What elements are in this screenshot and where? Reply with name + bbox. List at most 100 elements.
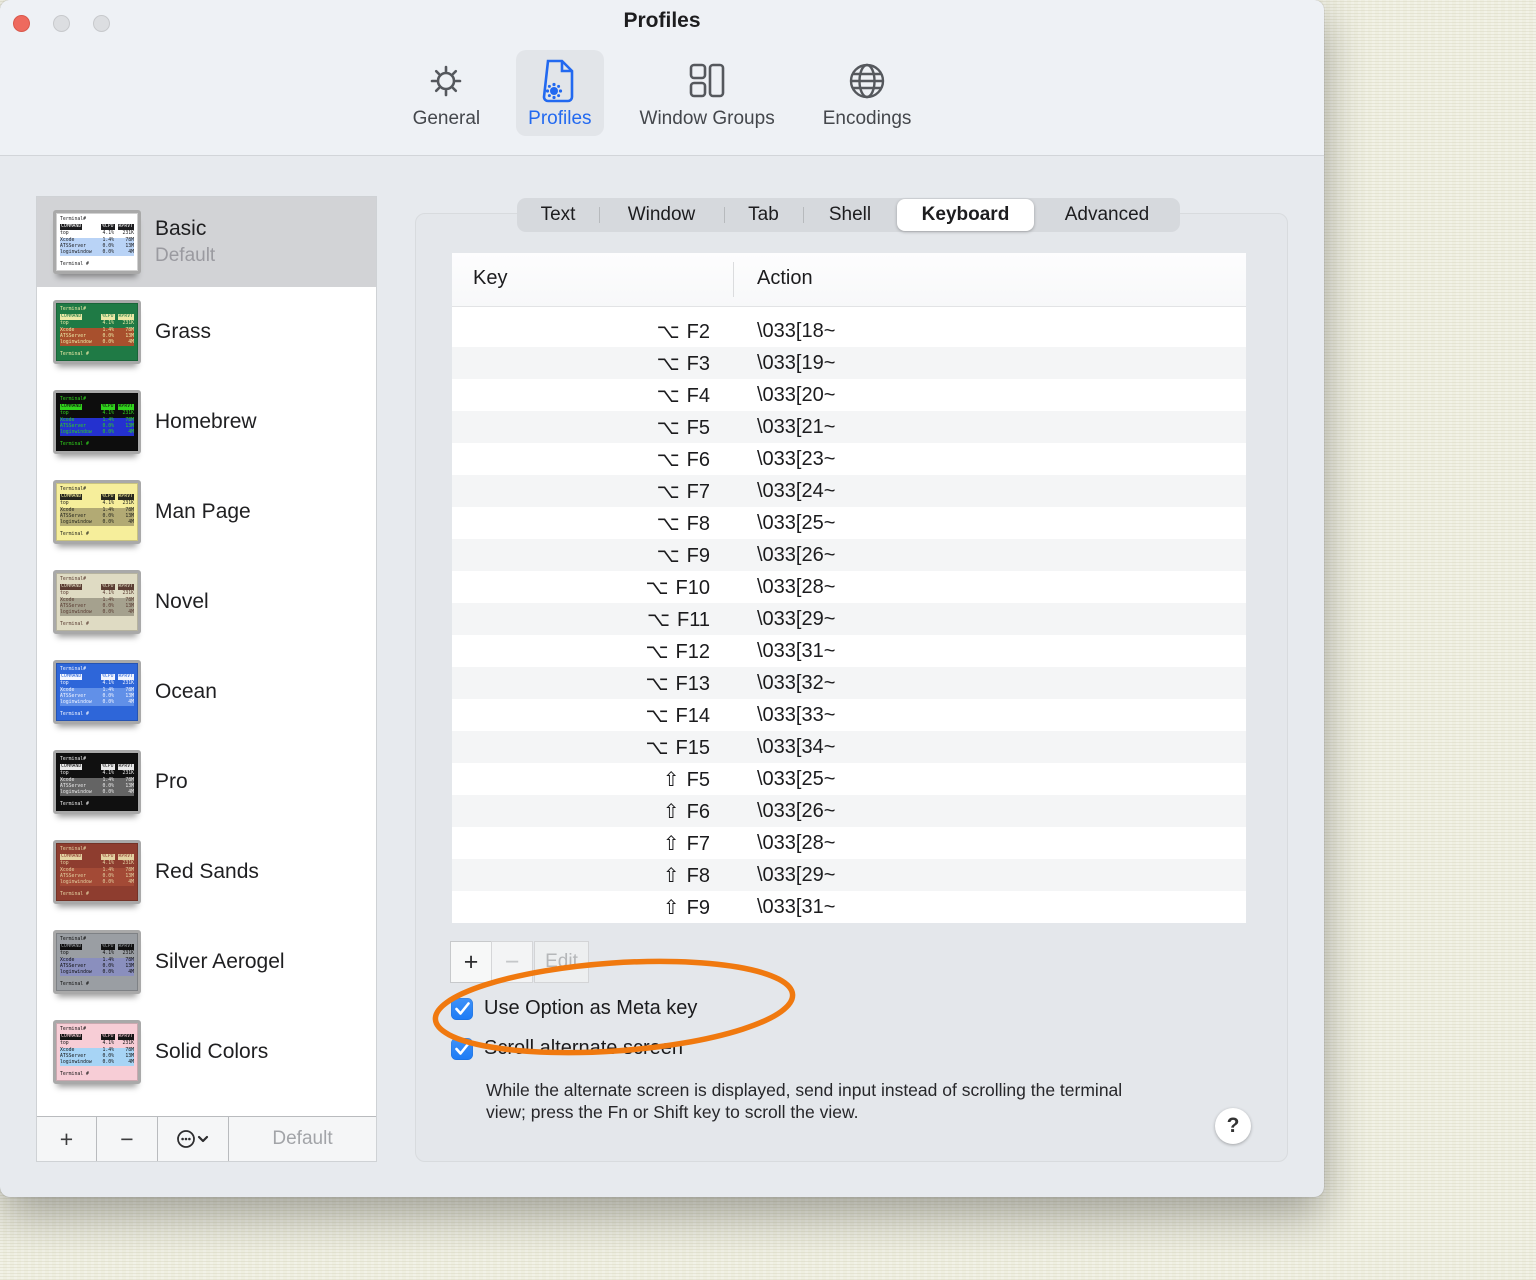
window-groups-icon (685, 55, 729, 107)
thumb-title: Terminal# (60, 847, 86, 852)
checkmark-icon (454, 1002, 470, 1015)
tab-text[interactable]: Text (517, 198, 599, 232)
scroll-alternate-screen-row: Scroll alternate screen (451, 1037, 683, 1060)
profile-row-basic[interactable]: Terminal# COMMAND %CPU RPRVT top 4.1% 231K Xcod… (37, 197, 376, 287)
profile-label-group: Ocean (155, 680, 217, 704)
table-row[interactable]: ⌥ F9 \033[26~ (452, 539, 1246, 571)
profile-name: Basic (155, 217, 207, 240)
table-row[interactable]: ⌥ F10 \033[28~ (452, 571, 1246, 603)
toolbar-item-window-groups[interactable]: Window Groups (628, 50, 787, 136)
table-row[interactable]: ⌥ F11 \033[29~ (452, 603, 1246, 635)
thumb-proc-row: loginwindow 0.0% 4M (60, 610, 134, 617)
tab-keyboard[interactable]: Keyboard (897, 199, 1034, 231)
table-row[interactable]: ⌥ F13 \033[32~ (452, 667, 1246, 699)
tab-shell[interactable]: Shell (803, 198, 897, 232)
modifier-glyph: ⌥ (656, 480, 680, 503)
profile-thumbnail: Terminal# COMMAND %CPU RPRVT top 4.1% 231K Xcod… (53, 1020, 141, 1084)
thumb-proc-row: loginwindow 0.0% 4M (60, 520, 134, 527)
table-row[interactable]: ⌥ F12 \033[31~ (452, 635, 1246, 667)
table-row[interactable]: ⇧ F7 \033[28~ (452, 827, 1246, 859)
profile-row-homebrew[interactable]: Terminal# COMMAND %CPU RPRVT top 4.1% 231K Xcod… (37, 377, 376, 467)
table-row[interactable]: ⌥ F7 \033[24~ (452, 475, 1246, 507)
profile-label-group: Homebrew (155, 410, 257, 434)
thumb-prompt: Terminal # (60, 262, 89, 268)
key-cell: ⌥ F9 (656, 544, 710, 567)
action-cell: \033[31~ (757, 639, 836, 662)
key-cell: ⌥ F12 (645, 640, 710, 663)
table-row[interactable]: ⇧ F6 \033[26~ (452, 795, 1246, 827)
add-key-button[interactable]: + (450, 941, 492, 983)
scroll-alternate-screen-checkbox[interactable] (451, 1037, 473, 1060)
sidebar-button-bar: + − Default (37, 1116, 376, 1161)
toolbar-item-encodings[interactable]: Encodings (811, 50, 924, 136)
tab-tab[interactable]: Tab (724, 198, 803, 232)
profile-row-grass[interactable]: Terminal# COMMAND %CPU RPRVT top 4.1% 231K Xcod… (37, 287, 376, 377)
toolbar-item-general[interactable]: General (401, 50, 493, 136)
action-cell: \033[34~ (757, 735, 836, 758)
profile-row-ocean[interactable]: Terminal# COMMAND %CPU RPRVT top 4.1% 231K Xcod… (37, 647, 376, 737)
profile-thumbnail: Terminal# COMMAND %CPU RPRVT top 4.1% 231K Xcod… (53, 660, 141, 724)
edit-key-button[interactable]: Edit (534, 941, 589, 983)
thumb-title: Terminal# (60, 397, 86, 402)
profile-name: Silver Aerogel (155, 950, 285, 973)
table-row[interactable]: ⌥ F8 \033[25~ (452, 507, 1246, 539)
table-row[interactable]: ⌥ F4 \033[20~ (452, 379, 1246, 411)
profile-row-silver-aerogel[interactable]: Terminal# COMMAND %CPU RPRVT top 4.1% 231K Xcod… (37, 917, 376, 1007)
table-row[interactable]: ⌥ F14 \033[33~ (452, 699, 1246, 731)
scroll-alternate-screen-label: Scroll alternate screen (484, 1037, 683, 1059)
action-cell: \033[31~ (757, 895, 836, 918)
modifier-glyph: ⌥ (645, 576, 669, 599)
table-row[interactable]: ⌥ F5 \033[21~ (452, 411, 1246, 443)
table-row[interactable]: ⇧ F9 \033[31~ (452, 891, 1246, 923)
thumb-title: Terminal# (60, 577, 86, 582)
use-option-as-meta-key-checkbox[interactable] (451, 997, 473, 1020)
profile-row-pro[interactable]: Terminal# COMMAND %CPU RPRVT top 4.1% 231K Xcod… (37, 737, 376, 827)
profile-row-man-page[interactable]: Terminal# COMMAND %CPU RPRVT top 4.1% 231K Xcod… (37, 467, 376, 557)
action-cell: \033[28~ (757, 831, 836, 854)
window-title: Profiles (623, 9, 701, 32)
modifier-glyph: ⌥ (645, 672, 669, 695)
toolbar-label-general: General (412, 108, 481, 129)
thumb-header: COMMAND %CPU RPRVT (60, 854, 134, 861)
profile-action-menu-button[interactable] (158, 1117, 229, 1161)
profile-thumbnail: Terminal# COMMAND %CPU RPRVT top 4.1% 231K Xcod… (53, 300, 141, 364)
action-cell: \033[29~ (757, 607, 836, 630)
thumb-title: Terminal# (60, 757, 86, 762)
thumb-header: COMMAND %CPU RPRVT (60, 944, 134, 951)
profile-list: Terminal# COMMAND %CPU RPRVT top 4.1% 231K Xcod… (37, 197, 376, 1117)
profile-row-red-sands[interactable]: Terminal# COMMAND %CPU RPRVT top 4.1% 231K Xcod… (37, 827, 376, 917)
profile-label-group: Basic Default (155, 217, 215, 267)
toolbar-item-profiles[interactable]: Profiles (516, 50, 604, 136)
use-option-as-meta-key-label: Use Option as Meta key (484, 997, 698, 1019)
profile-row-novel[interactable]: Terminal# COMMAND %CPU RPRVT top 4.1% 231K Xcod… (37, 557, 376, 647)
profile-row-solid-colors[interactable]: Terminal# COMMAND %CPU RPRVT top 4.1% 231K Xcod… (37, 1007, 376, 1097)
add-profile-button[interactable]: + (37, 1117, 97, 1161)
thumb-proc-row: loginwindow 0.0% 4M (60, 790, 134, 797)
thumb-title: Terminal# (60, 217, 86, 222)
table-row[interactable]: ⌥ F6 \033[23~ (452, 443, 1246, 475)
modifier-glyph: ⇧ (662, 864, 680, 887)
ellipsis-circle-chevron-icon (177, 1130, 209, 1148)
table-row[interactable]: ⌥ F2 \033[18~ (452, 315, 1246, 347)
modifier-glyph: ⌥ (656, 384, 680, 407)
tab-window[interactable]: Window (599, 198, 724, 232)
profile-name: Homebrew (155, 410, 257, 433)
help-button[interactable]: ? (1215, 1108, 1251, 1144)
table-row[interactable]: ⇧ F8 \033[29~ (452, 859, 1246, 891)
thumb-prompt: Terminal # (60, 442, 89, 448)
modifier-glyph: ⌥ (656, 320, 680, 343)
thumb-proc-row: loginwindow 0.0% 4M (60, 880, 134, 887)
table-row[interactable]: ⇧ F5 \033[25~ (452, 763, 1246, 795)
remove-profile-button[interactable]: − (97, 1117, 158, 1161)
default-profile-button[interactable]: Default (229, 1117, 376, 1161)
table-row[interactable]: ⌥ F3 \033[19~ (452, 347, 1246, 379)
modifier-glyph: ⇧ (662, 768, 680, 791)
remove-key-button[interactable]: − (491, 941, 533, 983)
thumb-header: COMMAND %CPU RPRVT (60, 224, 134, 231)
modifier-glyph: ⇧ (662, 896, 680, 919)
tab-advanced[interactable]: Advanced (1034, 198, 1180, 232)
table-row[interactable]: ⌥ F15 \033[34~ (452, 731, 1246, 763)
profile-thumbnail: Terminal# COMMAND %CPU RPRVT top 4.1% 231K Xcod… (53, 390, 141, 454)
modifier-glyph: ⌥ (656, 352, 680, 375)
modifier-glyph: ⌥ (656, 544, 680, 567)
